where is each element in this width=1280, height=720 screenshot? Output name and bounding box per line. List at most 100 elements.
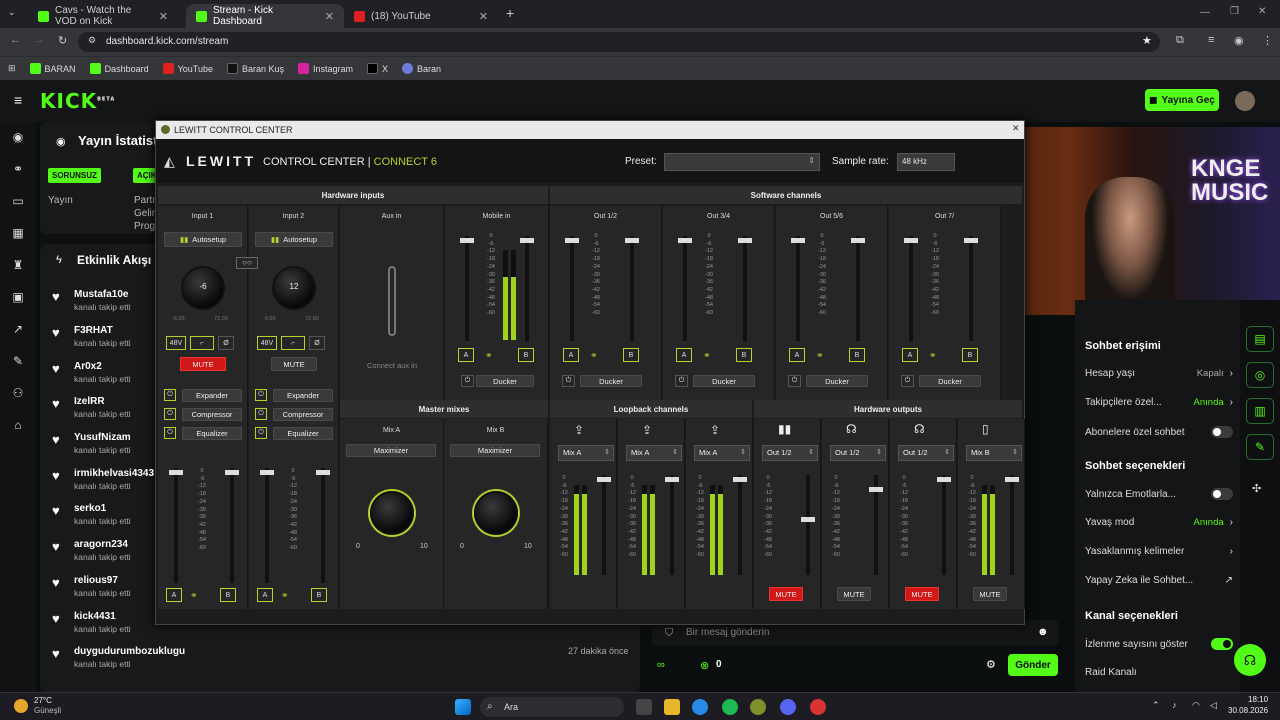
power-icon[interactable]: ⏻	[255, 408, 267, 420]
volume-icon[interactable]: ◁	[1210, 700, 1217, 711]
maximize-icon[interactable]: ❐	[1230, 6, 1239, 17]
route-a-button[interactable]: A	[458, 348, 474, 362]
link-icon[interactable]: ⚭	[485, 350, 493, 361]
channel-fader-right[interactable]	[738, 236, 752, 341]
output-source-select[interactable]: Mix B	[966, 445, 1022, 461]
microphone-icon[interactable]: ♪	[1172, 700, 1177, 710]
puzzle-icon[interactable]: ✣	[1252, 482, 1261, 495]
route-b-button[interactable]: B	[849, 348, 865, 362]
trophy-icon[interactable]: ♜	[11, 258, 25, 272]
tools-icon[interactable]: ✎	[11, 354, 25, 368]
apps-icon[interactable]: ⊞	[8, 63, 16, 74]
emotes-only-toggle[interactable]	[1211, 488, 1233, 500]
tab-kick-dashboard[interactable]: Stream - Kick Dashboard ✕	[186, 4, 344, 28]
target-icon[interactable]: ◎	[1246, 362, 1274, 388]
gain-knob[interactable]: -6	[181, 266, 225, 310]
autosetup-button[interactable]: ▮▮ Autosetup	[164, 232, 242, 247]
output-fader[interactable]	[869, 475, 883, 575]
power-icon[interactable]: ⏻	[164, 408, 176, 420]
app-icon[interactable]	[810, 699, 826, 715]
close-icon[interactable]: ✕	[479, 10, 488, 23]
fader-handle[interactable]	[937, 477, 951, 482]
banned-words-row[interactable]: Yasaklanmış kelimeler ›	[1085, 546, 1233, 557]
tab-search-icon[interactable]: ⌄	[8, 7, 16, 18]
output-mute-button[interactable]: MUTE	[905, 587, 939, 601]
phantom-48v-button[interactable]: 48V	[257, 336, 277, 350]
output-fader[interactable]	[801, 475, 815, 575]
new-tab-icon[interactable]: +	[506, 5, 514, 21]
fader-handle[interactable]	[678, 238, 692, 243]
bookmark-baran[interactable]: BARAN	[29, 63, 76, 74]
bookmark-dashboard[interactable]: Dashboard	[89, 63, 149, 74]
fader-handle[interactable]	[964, 238, 978, 243]
stereo-link-icon[interactable]: ○○	[236, 257, 258, 269]
emotes-only-row[interactable]: Yalnızca Emotlarla...	[1085, 488, 1233, 500]
window-close-icon[interactable]: ✕	[1258, 6, 1266, 17]
channel-fader-right[interactable]	[851, 236, 865, 341]
gain-knob[interactable]: 12	[272, 266, 316, 310]
route-b-button[interactable]: B	[518, 348, 534, 362]
ai-chat-row[interactable]: Yapay Zeka ile Sohbet... ↗	[1085, 575, 1233, 586]
phase-invert-button[interactable]: Ø	[218, 336, 234, 350]
mute-button[interactable]: MUTE	[180, 357, 226, 371]
loopback-fader[interactable]	[733, 475, 747, 575]
loopback-source-select[interactable]: Mix A	[558, 445, 614, 461]
power-icon[interactable]: ⏻	[255, 389, 267, 401]
fader-handle[interactable]	[597, 477, 611, 482]
maximizer-button[interactable]: Maximizer	[450, 444, 540, 457]
show-viewers-row[interactable]: İzlenme sayısını göster	[1085, 638, 1233, 650]
subs-only-row[interactable]: Abonelere özel sohbet	[1085, 426, 1233, 438]
route-b-button[interactable]: B	[220, 588, 236, 602]
users-icon[interactable]: ⚇	[11, 386, 25, 400]
fader-handle[interactable]	[851, 238, 865, 243]
store-icon[interactable]: ⌂	[11, 418, 25, 432]
close-icon[interactable]: ✕	[159, 10, 168, 23]
bookmark-youtube[interactable]: YouTube	[162, 63, 213, 74]
forward-icon[interactable]: →	[34, 34, 45, 46]
channel-fader-left[interactable]	[565, 236, 579, 341]
link-icon[interactable]: ⚭	[703, 350, 711, 361]
autosetup-button[interactable]: ▮▮ Autosetup	[255, 232, 333, 247]
link-icon[interactable]: ⚭	[590, 350, 598, 361]
channel-fader-right[interactable]	[964, 236, 978, 341]
equalizer-button[interactable]: Equalizer	[273, 427, 333, 440]
kick-logo[interactable]: KICKBETA	[40, 89, 115, 113]
fader-handle[interactable]	[791, 238, 805, 243]
route-a-button[interactable]: A	[676, 348, 692, 362]
dashboard-icon[interactable]: ◉	[11, 130, 25, 144]
tab-youtube[interactable]: (18) YouTube ✕	[344, 4, 498, 28]
save-icon[interactable]: ▥	[1246, 398, 1274, 424]
sample-rate-select[interactable]: 48 kHz	[897, 153, 955, 171]
minimize-icon[interactable]: —	[1200, 7, 1210, 18]
window-icon[interactable]: ▭	[11, 194, 25, 208]
account-age-row[interactable]: Hesap yaşı Kapalı ›	[1085, 368, 1233, 379]
channel-fader-left[interactable]	[678, 236, 692, 341]
loopback-source-select[interactable]: Mix A	[626, 445, 682, 461]
chat-icon[interactable]: ▤	[1246, 326, 1274, 352]
channel-fader-right[interactable]	[625, 236, 639, 341]
ducker-button[interactable]: Ducker	[919, 375, 981, 387]
preset-select[interactable]: ⇕	[664, 153, 820, 171]
fader-handle[interactable]	[169, 470, 183, 475]
route-b-button[interactable]: B	[623, 348, 639, 362]
power-icon[interactable]: ⏻	[461, 375, 474, 387]
output-source-select[interactable]: Out 1/2	[762, 445, 818, 461]
input-fader-right[interactable]	[316, 468, 330, 583]
fader-handle[interactable]	[904, 238, 918, 243]
task-view-icon[interactable]	[636, 699, 652, 715]
taskbar-search[interactable]: ⌕ Ara	[480, 697, 624, 717]
link-icon[interactable]: ⚭	[281, 590, 289, 601]
close-icon[interactable]: ✕	[325, 10, 334, 23]
output-source-select[interactable]: Out 1/2	[898, 445, 954, 461]
fader-handle[interactable]	[460, 238, 474, 243]
bookmark-star-icon[interactable]: ★	[1142, 34, 1152, 47]
network-icon[interactable]: ◠	[1192, 700, 1200, 711]
input-fader-left[interactable]	[260, 468, 274, 583]
fader-handle[interactable]	[260, 470, 274, 475]
bookmark-baran-2[interactable]: Baran	[402, 63, 441, 74]
power-icon[interactable]: ⏻	[675, 375, 688, 387]
route-a-button[interactable]: A	[902, 348, 918, 362]
output-source-select[interactable]: Out 1/2	[830, 445, 886, 461]
ducker-button[interactable]: Ducker	[580, 375, 642, 387]
fader-handle[interactable]	[316, 470, 330, 475]
